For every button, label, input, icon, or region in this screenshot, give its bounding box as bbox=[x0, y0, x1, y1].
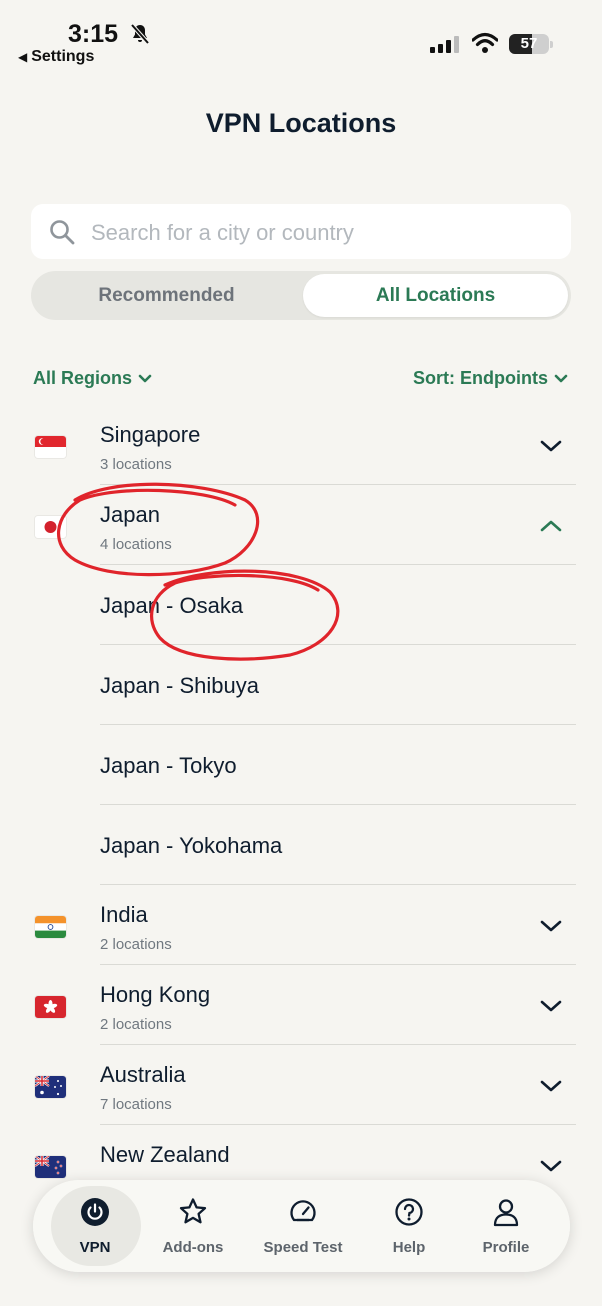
tab-add-ons[interactable]: Add-ons bbox=[143, 1180, 243, 1272]
chevron-up-icon[interactable] bbox=[539, 518, 563, 534]
sort-dropdown[interactable]: Sort: Endpoints bbox=[413, 368, 568, 389]
bottom-tab-bar: VPN Add-ons Speed Test Help Profile bbox=[33, 1180, 570, 1272]
country-row-hong-kong[interactable]: Hong Kong 2 locations bbox=[0, 965, 602, 1045]
city-name: Japan - Yokohama bbox=[100, 833, 283, 858]
location-count: 2 locations bbox=[100, 1016, 172, 1033]
city-name: Japan - Shibuya bbox=[100, 673, 259, 698]
cellular-signal-icon bbox=[430, 36, 459, 53]
chevron-down-icon bbox=[138, 374, 152, 383]
battery-level: 57 bbox=[520, 35, 538, 52]
locations-list: Singapore 3 locations Japan 4 locations … bbox=[0, 405, 602, 1205]
country-row-australia[interactable]: Australia 7 locations bbox=[0, 1045, 602, 1125]
tab-label: VPN bbox=[79, 1239, 111, 1256]
india-flag-icon bbox=[35, 916, 66, 938]
person-icon bbox=[493, 1199, 519, 1227]
tab-label: Profile bbox=[482, 1239, 530, 1256]
star-icon bbox=[179, 1198, 207, 1224]
wifi-icon bbox=[472, 32, 498, 53]
country-name: Australia bbox=[100, 1062, 186, 1087]
country-row-india[interactable]: India 2 locations bbox=[0, 885, 602, 965]
city-row-shibuya[interactable]: Japan - Shibuya bbox=[0, 645, 602, 725]
status-bar: 3:15 ◀ Settings 57 bbox=[0, 0, 602, 70]
city-row-yokohama[interactable]: Japan - Yokohama bbox=[0, 805, 602, 885]
chevron-down-icon[interactable] bbox=[539, 1078, 563, 1094]
back-to-settings-link[interactable]: ◀ Settings bbox=[18, 48, 94, 66]
country-row-singapore[interactable]: Singapore 3 locations bbox=[0, 405, 602, 485]
country-name: India bbox=[100, 902, 148, 927]
tab-speed-test[interactable]: Speed Test bbox=[253, 1180, 353, 1272]
location-count: 3 locations bbox=[100, 456, 172, 473]
country-row-japan[interactable]: Japan 4 locations bbox=[0, 485, 602, 565]
hong-kong-flag-icon bbox=[35, 996, 66, 1018]
search-icon bbox=[50, 220, 75, 245]
back-arrow-icon: ◀ bbox=[18, 50, 28, 64]
chevron-down-icon[interactable] bbox=[539, 438, 563, 454]
country-name: Singapore bbox=[100, 422, 201, 447]
new-zealand-flag-icon bbox=[35, 1156, 66, 1178]
tab-label: Add-ons bbox=[162, 1239, 224, 1256]
regions-filter-label: All Regions bbox=[33, 368, 133, 388]
battery-indicator: 57 bbox=[509, 34, 553, 54]
chevron-down-icon[interactable] bbox=[539, 998, 563, 1014]
page-title: VPN Locations bbox=[205, 108, 397, 138]
city-name: Japan - Tokyo bbox=[100, 753, 237, 778]
help-icon bbox=[395, 1198, 423, 1226]
power-icon bbox=[81, 1198, 109, 1226]
back-label: Settings bbox=[31, 48, 95, 65]
tab-profile[interactable]: Profile bbox=[456, 1180, 556, 1272]
tab-help[interactable]: Help bbox=[359, 1180, 459, 1272]
tab-label: Help bbox=[392, 1239, 426, 1256]
country-name: Hong Kong bbox=[100, 982, 211, 1007]
tab-all-locations[interactable]: All Locations bbox=[303, 274, 568, 317]
singapore-flag-icon bbox=[35, 436, 66, 458]
sort-label: Sort: Endpoints bbox=[413, 368, 548, 388]
chevron-down-icon bbox=[554, 374, 568, 383]
location-count: 4 locations bbox=[100, 536, 172, 553]
country-name: New Zealand bbox=[100, 1142, 230, 1167]
country-name: Japan bbox=[100, 502, 160, 527]
city-row-osaka[interactable]: Japan - Osaka bbox=[0, 565, 602, 645]
city-row-tokyo[interactable]: Japan - Tokyo bbox=[0, 725, 602, 805]
tab-vpn[interactable]: VPN bbox=[45, 1180, 145, 1272]
location-count: 2 locations bbox=[100, 936, 172, 953]
tab-label: Speed Test bbox=[263, 1239, 343, 1256]
chevron-down-icon[interactable] bbox=[539, 918, 563, 934]
tab-recommended[interactable]: Recommended bbox=[34, 274, 299, 317]
chevron-down-icon[interactable] bbox=[539, 1158, 563, 1174]
australia-flag-icon bbox=[35, 1076, 66, 1098]
search-box bbox=[31, 204, 571, 261]
location-tabs: Recommended All Locations bbox=[31, 271, 571, 320]
japan-flag-icon bbox=[35, 516, 66, 538]
regions-filter-dropdown[interactable]: All Regions bbox=[33, 368, 152, 389]
speedometer-icon bbox=[290, 1200, 316, 1222]
location-count: 7 locations bbox=[100, 1096, 172, 1113]
search-input[interactable] bbox=[89, 204, 553, 261]
city-name: Japan - Osaka bbox=[100, 593, 244, 618]
clock: 3:15 bbox=[68, 20, 119, 48]
bell-muted-icon bbox=[130, 23, 150, 45]
